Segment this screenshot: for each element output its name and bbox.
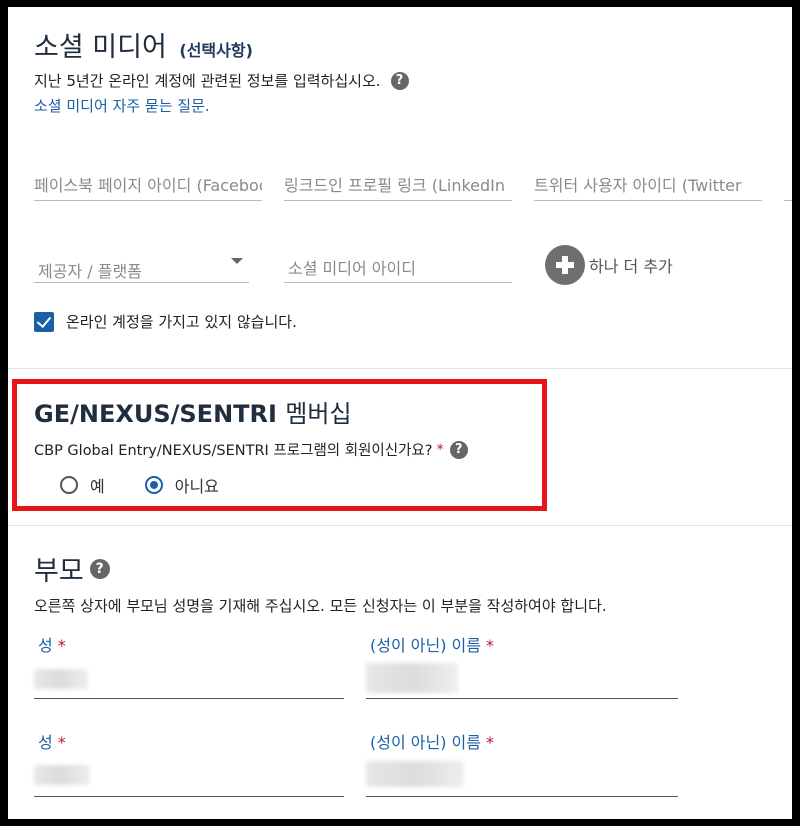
- social-media-faq-link[interactable]: 소셜 미디어 자주 묻는 질문.: [34, 95, 210, 116]
- parent2-given-label: (성이 아닌) 이름 *: [370, 729, 494, 753]
- chevron-down-icon: [231, 258, 243, 264]
- question-circle-icon[interactable]: ?: [89, 558, 110, 579]
- required-mark: *: [57, 636, 66, 655]
- input-underline: [366, 796, 678, 797]
- linkedin-field[interactable]: 링크드인 프로필 링크 (LinkedIn: [284, 164, 512, 201]
- required-mark: *: [436, 441, 444, 458]
- membership-heading: GE/NEXUS/SENTRI 멤버십: [34, 394, 352, 429]
- plus-circle-icon: [545, 245, 585, 285]
- redacted-value: [34, 765, 90, 785]
- input-underline: [34, 698, 344, 699]
- membership-title-kr: 멤버십: [285, 400, 352, 428]
- parent2-surname-input[interactable]: [34, 757, 344, 797]
- facebook-field[interactable]: 페이스북 페이지 아이디 (Facebook: [34, 164, 262, 201]
- parent2-surname-label: 성 *: [38, 729, 66, 753]
- section-divider: [8, 525, 792, 526]
- social-media-description: 지난 5년간 온라인 계정에 관련된 정보를 입력하십시오. ?: [34, 70, 409, 91]
- question-circle-icon[interactable]: ?: [449, 440, 468, 459]
- parent1-given-label: (성이 아닌) 이름 *: [370, 632, 494, 656]
- add-another-label: 하나 더 추가: [589, 257, 673, 276]
- optional-tag: (선택사항): [179, 41, 253, 60]
- twitter-field[interactable]: 트위터 사용자 아이디 (Twitter: [534, 164, 762, 201]
- add-another-button[interactable]: 하나 더 추가: [545, 245, 673, 285]
- additional-field-partial[interactable]: [784, 164, 792, 201]
- membership-question-text: CBP Global Entry/NEXUS/SENTRI 프로그램의 회원이신…: [34, 443, 433, 459]
- question-circle-icon[interactable]: ?: [390, 71, 409, 90]
- redacted-value: [366, 761, 464, 787]
- provider-platform-select[interactable]: 제공자 / 플랫폼: [34, 250, 249, 283]
- social-media-title: 소셜 미디어: [34, 32, 167, 63]
- surname-label-text: 성: [38, 636, 53, 655]
- facebook-placeholder: 페이스북 페이지 아이디 (Facebook: [34, 176, 262, 195]
- membership-title-en: GE/NEXUS/SENTRI: [34, 400, 277, 428]
- twitter-placeholder: 트위터 사용자 아이디 (Twitter: [534, 176, 742, 195]
- given-label-text: (성이 아닌) 이름: [370, 733, 481, 752]
- input-underline: [34, 796, 344, 797]
- membership-question: CBP Global Entry/NEXUS/SENTRI 프로그램의 회원이신…: [34, 439, 468, 460]
- given-label-text: (성이 아닌) 이름: [370, 636, 481, 655]
- membership-radio-group: 예 아니요: [60, 473, 259, 497]
- radio-yes[interactable]: [60, 476, 78, 494]
- no-online-account-row: 온라인 계정을 가지고 있지 않습니다.: [34, 311, 297, 332]
- parent1-surname-input[interactable]: [34, 659, 344, 699]
- no-account-label: 온라인 계정을 가지고 있지 않습니다.: [66, 313, 297, 331]
- redacted-value: [366, 663, 458, 693]
- surname-label-text: 성: [38, 733, 53, 752]
- required-mark: *: [57, 733, 66, 752]
- redacted-value: [34, 669, 88, 689]
- provider-placeholder: 제공자 / 플랫폼: [38, 262, 142, 281]
- social-description-text: 지난 5년간 온라인 계정에 관련된 정보를 입력하십시오.: [34, 72, 381, 90]
- form-page: 소셜 미디어 (선택사항) 지난 5년간 온라인 계정에 관련된 정보를 입력하…: [8, 7, 792, 819]
- social-media-heading: 소셜 미디어 (선택사항): [34, 25, 253, 64]
- radio-no-label: 아니요: [174, 477, 219, 496]
- social-media-id-field[interactable]: 소셜 미디어 아이디: [284, 247, 512, 283]
- parents-title: 부모: [34, 556, 84, 587]
- radio-yes-label: 예: [90, 477, 105, 496]
- parent1-surname-label: 성 *: [38, 632, 66, 656]
- parents-heading: 부모 ?: [34, 549, 110, 588]
- parent2-given-input[interactable]: [366, 757, 678, 797]
- radio-no[interactable]: [144, 476, 163, 494]
- input-underline: [366, 698, 678, 699]
- required-mark: *: [485, 636, 494, 655]
- required-mark: *: [485, 733, 494, 752]
- section-divider: [8, 368, 792, 369]
- parent1-given-input[interactable]: [366, 659, 678, 699]
- social-id-placeholder: 소셜 미디어 아이디: [288, 259, 416, 278]
- no-account-checkbox[interactable]: [34, 311, 54, 332]
- linkedin-placeholder: 링크드인 프로필 링크 (LinkedIn: [284, 176, 506, 195]
- parents-description: 오른쪽 상자에 부모님 성명을 기재해 주십시오. 모든 신청자는 이 부분을 …: [34, 597, 607, 615]
